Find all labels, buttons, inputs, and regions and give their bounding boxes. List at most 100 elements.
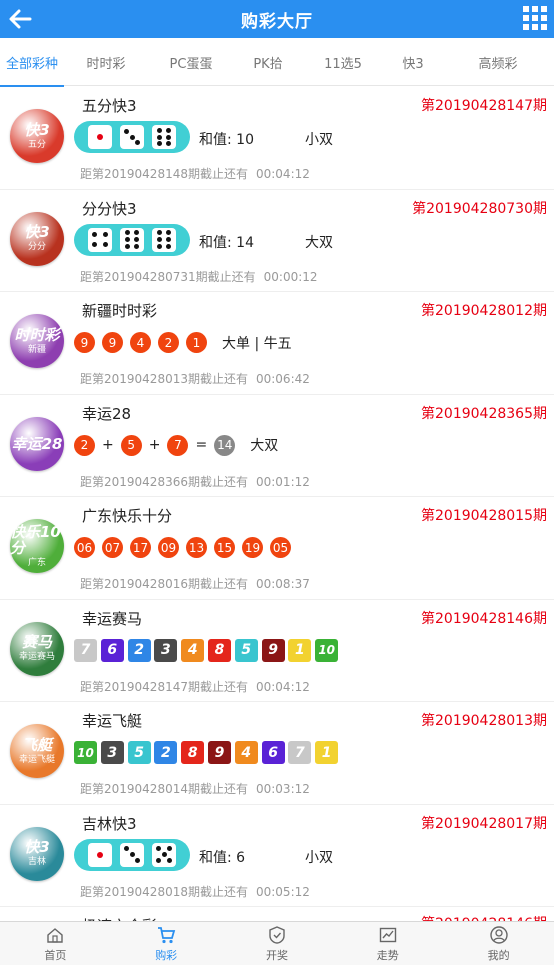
countdown-label: 距第20190428366期截止还有 — [80, 474, 248, 489]
page-title: 购彩大厅 — [241, 11, 313, 32]
number-ball: 05 — [270, 537, 291, 558]
lottery-name: 幸运飞艇 — [82, 712, 143, 730]
number-ball: 9 — [102, 332, 123, 353]
countdown: 距第20190428018期截止还有 00:05:12 — [80, 883, 310, 900]
racing-number: 6 — [100, 638, 124, 662]
lottery-row[interactable]: 幸运28 幸运28 第20190428365期 2 +5 +7 = 14 大双 距第2019042… — [0, 395, 554, 497]
countdown-label: 距第20190428016期截止还有 — [80, 577, 248, 591]
number-ball: 06 — [74, 537, 95, 558]
draw-icon — [269, 925, 285, 944]
lottery-name: 吉林快3 — [82, 814, 137, 833]
racing-numbers: 10 3 5 2 8 9 4 6 7 1 — [74, 741, 342, 764]
countdown-label: 距第20190428013期截止还有 — [80, 372, 248, 386]
issue-number: 第20190428365期 — [421, 405, 547, 422]
logo-text: 快3 — [24, 120, 50, 139]
lottery-name: 幸运28 — [82, 404, 132, 423]
nav-home[interactable]: 首页 — [0, 922, 111, 965]
logo-text: 快乐10分 — [10, 522, 61, 557]
dice-result — [74, 223, 190, 256]
die-face-1-icon — [88, 125, 112, 149]
number-ball: 9 — [74, 332, 95, 353]
issue-number: 第20190428146期 — [421, 610, 547, 627]
top-bar: 购彩大厅 — [0, 0, 554, 38]
trend-icon — [379, 927, 396, 942]
nav-trend[interactable]: 走势 — [332, 922, 443, 965]
logo-subtext: 广东 — [27, 557, 46, 568]
logo-text: 时时彩 — [14, 325, 60, 344]
lottery-row[interactable]: 快3 吉林 吉林快3 第20190428017期 和值: 6 小双 距第2019042801… — [0, 805, 554, 907]
back-arrow-icon[interactable] — [6, 5, 34, 33]
tab-2[interactable]: PC蛋蛋 — [148, 38, 234, 86]
user-icon — [489, 925, 508, 944]
lottery-list: 快3 五分 五分快3 第20190428147期 和值: 10 小双 距第201904281… — [0, 87, 554, 947]
lottery-row[interactable]: 快乐10分 广东 广东快乐十分 第20190428015期 06 07 17 09 13 15 19… — [0, 497, 554, 600]
logo-subtext: 五分 — [27, 139, 46, 150]
countdown-label: 距第20190428018期截止还有 — [80, 884, 248, 899]
countdown-time: 00:03:12 — [255, 782, 310, 796]
number-balls: 06 07 17 09 13 15 19 05 — [74, 537, 298, 558]
tab-1[interactable]: 时时彩 — [64, 38, 148, 86]
countdown-label: 距第201904280731期截止还有 — [80, 269, 256, 284]
racing-number: 1 — [315, 741, 339, 764]
tab-3[interactable]: PK拾 — [234, 38, 302, 86]
logo-text: 赛马 — [21, 633, 52, 651]
nav-cart[interactable]: 购彩 — [111, 922, 222, 965]
countdown: 距第20190428366期截止还有 00:01:12 — [80, 473, 310, 490]
lottery-row[interactable]: 飞艇 幸运飞艇 幸运飞艇 第20190428013期 10 3 5 2 8 9 4 6 7 1 距第2019… — [0, 702, 554, 805]
result-attribute: 大双 — [250, 438, 279, 454]
tab-6[interactable]: 高频彩 — [442, 38, 554, 86]
racing-number: 9 — [261, 638, 285, 662]
number-ball: 07 — [102, 537, 123, 558]
tab-4[interactable]: 11选5 — [302, 38, 384, 86]
tab-5[interactable]: 快3 — [384, 38, 442, 86]
number-ball: 09 — [158, 537, 179, 558]
die-face-3-icon — [120, 125, 144, 149]
lottery-row[interactable]: 赛马 幸运赛马 幸运赛马 第20190428146期 7 6 2 3 4 8 5 9 1 10 距第2019… — [0, 600, 554, 702]
operator: + — [102, 437, 114, 453]
number-ball: 4 — [130, 332, 151, 353]
lottery-name: 广东快乐十分 — [82, 507, 173, 525]
lottery-name: 新疆时时彩 — [82, 302, 158, 320]
racing-number: 8 — [181, 741, 205, 764]
lottery-logo-icon: 快3 分分 — [10, 211, 64, 266]
lottery-name: 幸运赛马 — [82, 609, 143, 628]
result-attribute: 大双 — [305, 234, 333, 251]
racing-number: 4 — [181, 638, 205, 662]
countdown-time: 00:04:12 — [255, 679, 310, 694]
countdown-time: 00:05:12 — [255, 884, 310, 899]
lottery-row[interactable]: 快3 五分 五分快3 第20190428147期 和值: 10 小双 距第201904281… — [0, 87, 554, 190]
issue-number: 第20190428073​0期 — [412, 200, 547, 217]
issue-number: 第20190428017期 — [421, 815, 547, 832]
lottery-row[interactable]: 快3 分分 分分快3 第20190428073​0期和值: 14 大双距第2019042… — [0, 190, 554, 292]
countdown-label: 距第20190428148期截止还有 — [80, 167, 248, 181]
racing-number: 8 — [207, 638, 231, 662]
nav-draw[interactable]: 开奖 — [222, 922, 333, 965]
countdown-label: 距第20190428147期截止还有 — [80, 679, 248, 694]
tab-0[interactable]: 全部彩种 — [0, 38, 64, 87]
nav-label: 我的 — [487, 948, 510, 962]
nav-user[interactable]: 我的 — [443, 922, 554, 965]
sum-value: 和值: 14 — [199, 234, 254, 251]
racing-number: 6 — [261, 741, 285, 764]
nav-label: 开奖 — [265, 948, 288, 962]
lottery-name: 分分快3 — [82, 199, 137, 218]
operator: + — [148, 437, 161, 453]
lottery-row[interactable]: 时时彩 新疆 新疆时时彩 第20190428012期 9 9 4 2 1 大单 | 牛五 距第201… — [0, 292, 554, 395]
number-ball: 2 — [74, 434, 95, 456]
logo-text: 幸运28 — [11, 434, 63, 453]
racing-number: 5 — [234, 638, 258, 662]
dice-result — [74, 121, 190, 153]
result-attribute: 小双 — [305, 849, 333, 866]
countdown: 距第20190428016期截止还有 00:08:37 — [80, 575, 310, 592]
sum-value: 和值: 6 — [199, 849, 246, 866]
number-ball: 17 — [130, 537, 151, 558]
grid-menu-icon[interactable] — [522, 5, 548, 31]
number-ball: 19 — [242, 537, 263, 558]
countdown-label: 距第20190428014期截止还有 — [80, 782, 248, 796]
racing-number: 5 — [127, 741, 151, 764]
countdown-time: 00:04:12 — [255, 167, 310, 181]
nav-label: 购彩 — [155, 948, 178, 962]
lottery-hall-screen: 购彩大厅 全部彩种 时时彩 PC蛋蛋 PK拾 11选5 快3 高频彩 快3 五分 五分快3 第20… — [0, 0, 554, 965]
countdown: 距第20190428147期截止还有 00:04:12 — [80, 678, 310, 695]
logo-subtext: 吉林 — [27, 857, 46, 867]
